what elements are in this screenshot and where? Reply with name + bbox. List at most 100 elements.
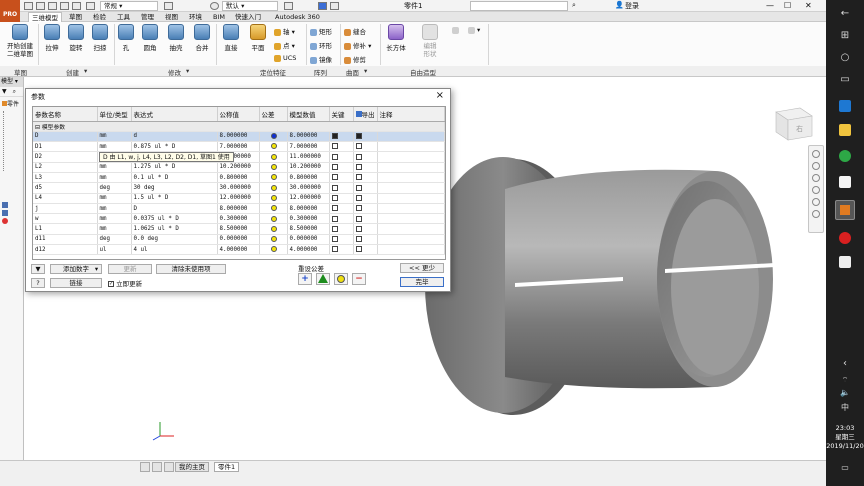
param-key-checkbox[interactable] — [329, 151, 354, 163]
export-check[interactable] — [355, 143, 362, 150]
zoom-icon[interactable] — [812, 174, 820, 182]
plane-button[interactable]: 平面 — [248, 24, 268, 52]
export-check[interactable] — [355, 133, 362, 140]
file-explorer-icon[interactable] — [839, 124, 851, 136]
col-name[interactable]: 参数名称 — [33, 107, 98, 122]
param-comment[interactable] — [377, 182, 445, 194]
photos-icon[interactable] — [839, 256, 851, 268]
less-button[interactable]: << 更少 — [400, 263, 444, 273]
param-name[interactable]: d12 — [33, 244, 98, 256]
table-row[interactable]: d5 deg 30 deg 30.000000 30.000000 — [33, 182, 445, 194]
group-sketch[interactable]: 草图 — [14, 67, 27, 77]
param-export-checkbox[interactable] — [353, 172, 378, 184]
param-tolerance[interactable] — [259, 244, 288, 256]
revolve-button[interactable]: 旋转 — [66, 24, 86, 52]
circular-pattern-button[interactable]: 环形 — [310, 40, 332, 50]
param-name[interactable]: D1 — [33, 141, 98, 153]
key-check[interactable] — [331, 246, 338, 253]
param-unit[interactable]: mm — [97, 131, 132, 143]
key-check[interactable] — [331, 174, 338, 181]
param-unit[interactable]: mm — [97, 162, 132, 173]
patch-button[interactable]: 修补 ▾ — [344, 40, 371, 50]
col-key[interactable]: 关键 — [329, 107, 354, 122]
param-export-checkbox[interactable] — [353, 203, 378, 215]
table-row[interactable]: L3 mm 0.1 ul * D 0.800000 0.800000 — [33, 172, 445, 184]
col-expression[interactable]: 表达式 — [131, 107, 218, 122]
window-list-icon[interactable] — [164, 462, 174, 472]
group-freeform[interactable]: 自由造型 — [410, 67, 436, 77]
table-row[interactable]: L4 mm 1.5 ul * D 12.000000 12.000000 — [33, 193, 445, 204]
login-link[interactable]: 登录 — [625, 1, 639, 11]
box-button[interactable]: 长方体 — [384, 24, 408, 52]
param-name[interactable]: D — [33, 131, 98, 143]
param-export-checkbox[interactable] — [353, 213, 378, 225]
param-name[interactable]: L1 — [33, 223, 98, 235]
param-unit[interactable]: ul — [97, 244, 132, 256]
param-expression[interactable]: 0.875 ul * D — [131, 141, 218, 153]
nominal-tolerance-button[interactable] — [334, 273, 348, 285]
cascade-windows-icon[interactable] — [152, 462, 162, 472]
param-unit[interactable]: mm — [97, 172, 132, 184]
group-row-model-parameters[interactable]: ⊟ 模型参数 — [33, 121, 445, 132]
param-name[interactable]: d5 — [33, 182, 98, 194]
windows-start-icon[interactable]: ⊞ — [835, 28, 855, 44]
param-comment[interactable] — [377, 172, 445, 184]
param-key-checkbox[interactable] — [329, 131, 354, 143]
combine-button[interactable]: 合并 — [192, 24, 212, 52]
browser-item-part[interactable]: 零件 — [0, 99, 23, 108]
param-name[interactable]: L3 — [33, 172, 98, 184]
sweep-button[interactable]: 扫掠 — [90, 24, 110, 52]
param-export-checkbox[interactable] — [353, 234, 378, 246]
group-create[interactable]: 创建 — [66, 67, 79, 77]
param-comment[interactable] — [377, 131, 445, 143]
notification-icon[interactable]: ▭ — [835, 460, 855, 476]
help-button[interactable]: ? — [31, 278, 45, 288]
param-expression[interactable]: 0.1 ul * D — [131, 172, 218, 184]
param-expression[interactable]: 1.5 ul * D — [131, 193, 218, 204]
param-unit[interactable]: mm — [97, 223, 132, 235]
key-check[interactable] — [331, 225, 338, 232]
search-input[interactable] — [470, 1, 568, 11]
param-comment[interactable] — [377, 151, 445, 163]
table-row[interactable]: j mm D 8.000000 8.000000 — [33, 203, 445, 215]
col-export[interactable]: 导出 — [353, 107, 378, 122]
param-name[interactable]: d11 — [33, 234, 98, 246]
col-comment[interactable]: 注释 — [377, 107, 445, 122]
param-key-checkbox[interactable] — [329, 182, 354, 194]
search-circle-icon[interactable]: ○ — [835, 50, 855, 66]
param-comment[interactable] — [377, 234, 445, 246]
export-check[interactable] — [355, 215, 362, 222]
find-icon[interactable]: ⌕ — [13, 88, 16, 95]
dialog-close-button[interactable]: × — [436, 90, 444, 101]
upper-tolerance-button[interactable]: + — [298, 273, 312, 285]
param-tolerance[interactable] — [259, 182, 288, 194]
table-row[interactable]: d12 ul 4 ul 4.000000 4.000000 — [33, 244, 445, 256]
param-tolerance[interactable] — [259, 203, 288, 215]
param-tolerance[interactable] — [259, 131, 288, 143]
back-icon[interactable]: ← — [835, 6, 855, 22]
chevron-left-icon[interactable]: ‹ — [835, 356, 855, 372]
trim-button[interactable]: 修剪 — [344, 54, 366, 64]
tab-view[interactable]: 视图 — [162, 12, 181, 22]
key-check[interactable] — [331, 133, 338, 140]
key-check[interactable] — [331, 194, 338, 201]
param-key-checkbox[interactable] — [329, 234, 354, 246]
maximize-button[interactable]: ☐ — [784, 0, 791, 12]
col-nominal[interactable]: 公称值 — [217, 107, 260, 122]
search-icon[interactable]: ⌕ — [572, 1, 576, 10]
export-check[interactable] — [355, 194, 362, 201]
param-key-checkbox[interactable] — [329, 172, 354, 184]
undo-icon[interactable] — [60, 2, 69, 10]
lower-tolerance-button[interactable]: − — [352, 273, 366, 285]
param-expression[interactable]: D — [131, 203, 218, 215]
color-icon[interactable] — [284, 2, 293, 10]
rect-pattern-button[interactable]: 矩形 — [310, 26, 332, 36]
point-button[interactable]: 点 ▾ — [274, 40, 295, 50]
open-icon[interactable] — [36, 2, 45, 10]
redo-icon[interactable] — [72, 2, 81, 10]
tab-environment[interactable]: 环境 — [186, 12, 205, 22]
tab-bim[interactable]: BIM — [210, 12, 228, 22]
select-icon[interactable] — [86, 2, 95, 10]
export-check[interactable] — [355, 174, 362, 181]
start-sketch-button[interactable]: 开始创建 二维草图 — [4, 24, 36, 58]
